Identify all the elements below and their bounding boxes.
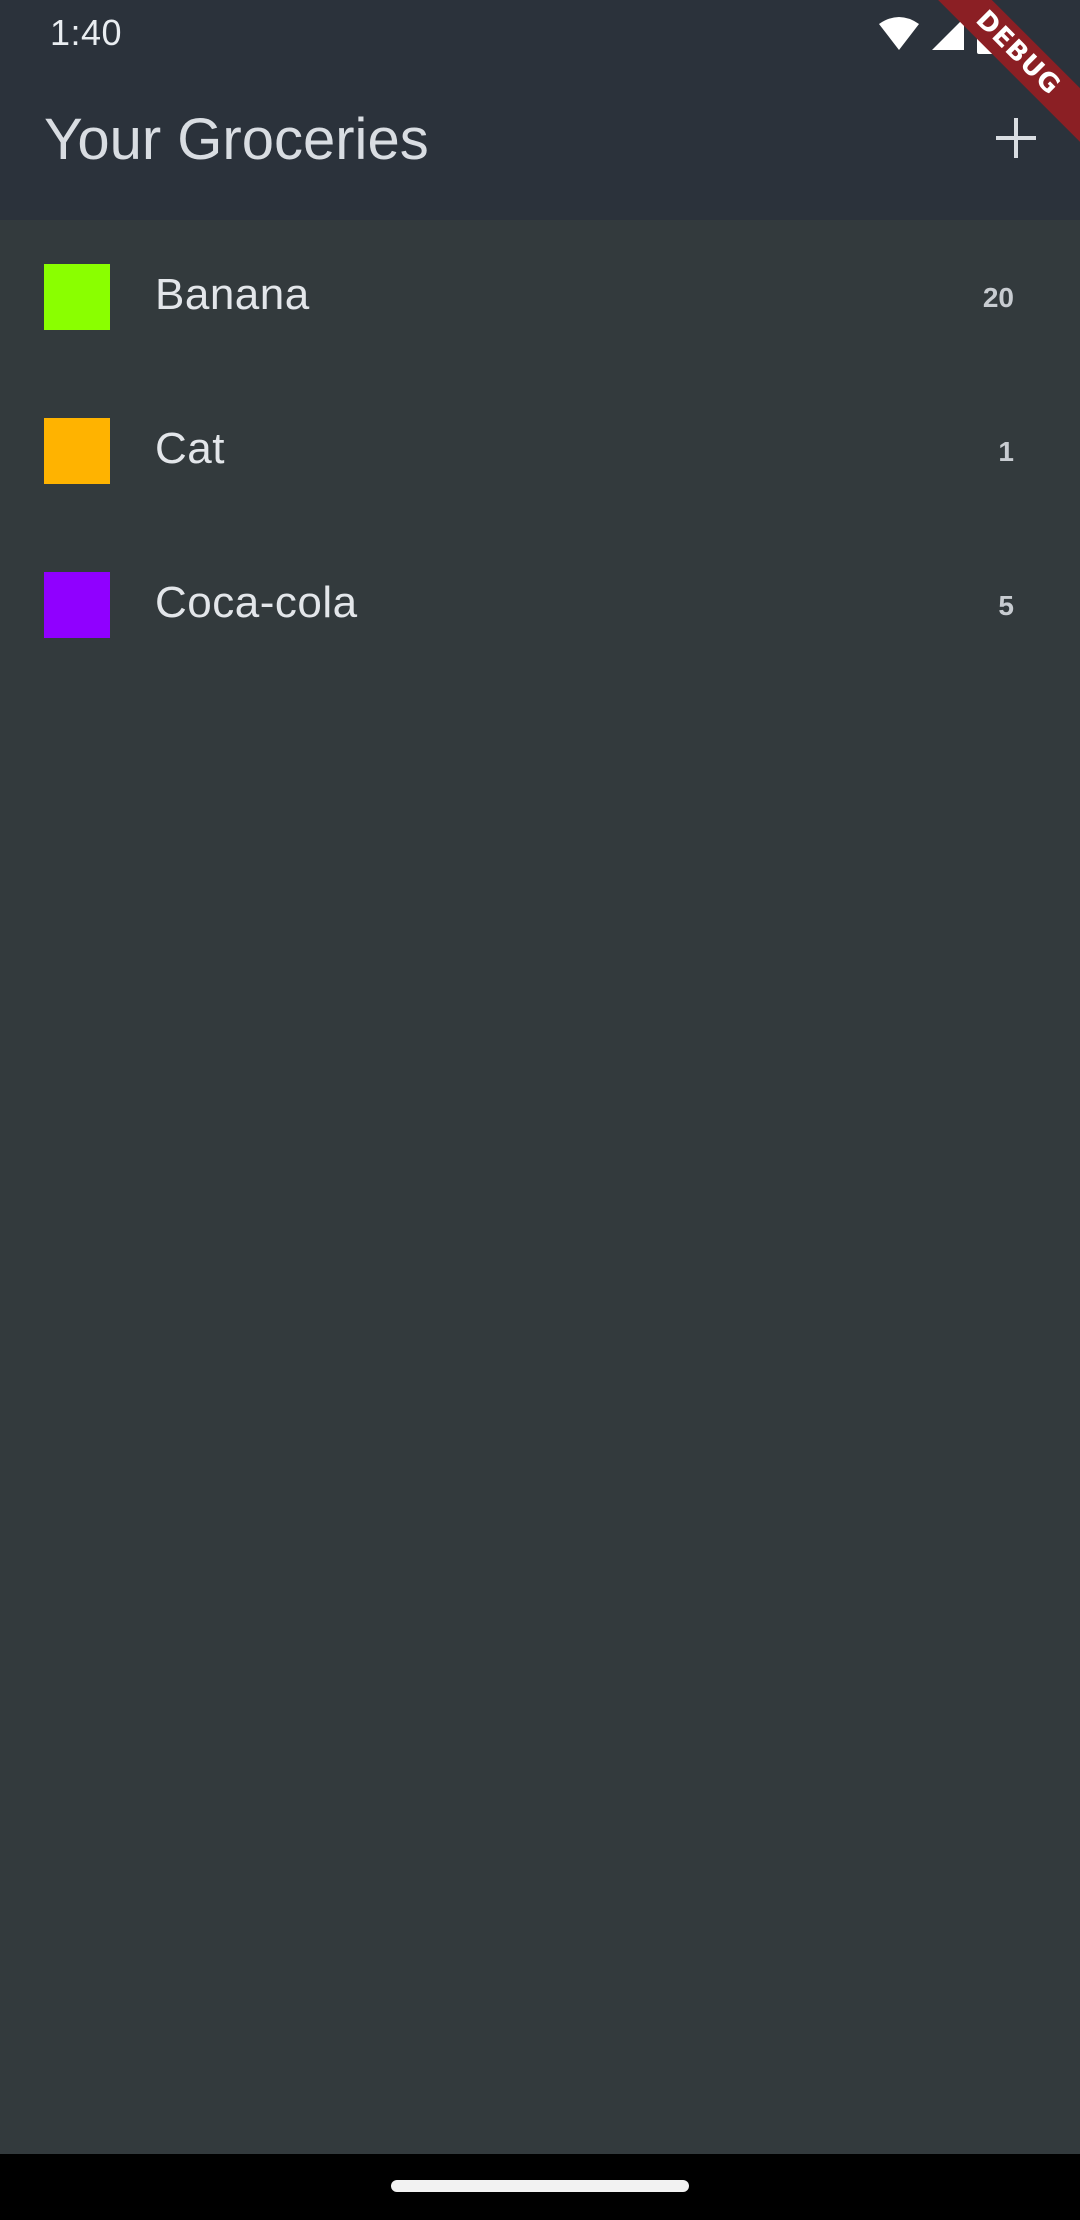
home-gesture-handle[interactable]	[391, 2180, 689, 2192]
top-app-area: 1:40 Your Groceries DEBUG	[0, 0, 1080, 220]
list-item[interactable]: Coca-cola 5	[0, 528, 1080, 682]
cellular-signal-icon	[930, 16, 966, 52]
wifi-icon	[878, 16, 920, 52]
item-name: Banana	[155, 270, 310, 319]
status-icons	[878, 14, 1000, 54]
item-quantity: 1	[998, 436, 1014, 467]
add-item-button[interactable]	[982, 106, 1050, 174]
page-title: Your Groceries	[44, 107, 429, 172]
list-item[interactable]: Banana 20	[0, 220, 1080, 374]
grocery-list: Banana 20 Cat 1 Coca-cola 5	[0, 220, 1080, 682]
item-name: Coca-cola	[155, 578, 358, 627]
status-bar: 1:40	[0, 0, 1080, 68]
battery-icon	[976, 14, 1000, 54]
system-navigation-bar	[0, 2154, 1080, 2220]
item-quantity: 5	[998, 590, 1014, 621]
status-time: 1:40	[50, 12, 123, 53]
category-color-swatch	[44, 418, 110, 484]
item-name: Cat	[155, 424, 225, 473]
app-bar: Your Groceries	[0, 68, 1080, 220]
grocery-list-screen: 1:40 Your Groceries DEBUG Banana 20 Cat …	[0, 0, 1080, 2220]
category-color-swatch	[44, 264, 110, 330]
item-quantity: 20	[982, 282, 1014, 313]
list-item[interactable]: Cat 1	[0, 374, 1080, 528]
plus-icon	[994, 116, 1038, 165]
category-color-swatch	[44, 572, 110, 638]
